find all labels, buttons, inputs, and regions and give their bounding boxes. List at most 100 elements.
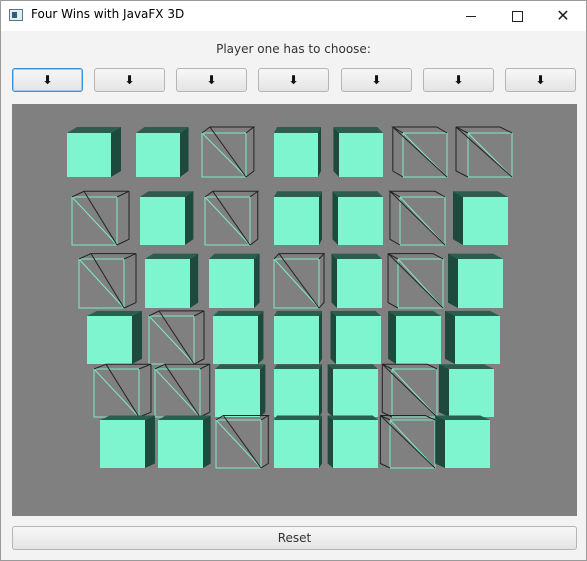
piece-side-face [318, 127, 321, 177]
piece-side-face [203, 415, 211, 468]
piece-side-face [448, 253, 458, 308]
slot-wire-side [455, 127, 469, 178]
piece-side-face [319, 415, 322, 468]
title-bar[interactable]: Four Wins with JavaFX 3D ✕ [1, 1, 586, 31]
piece-side-face [439, 364, 449, 417]
minimize-button[interactable] [448, 1, 494, 31]
slot-wire-top [154, 363, 210, 370]
piece-side-face [319, 191, 322, 245]
piece-front-face [336, 316, 381, 364]
piece-front-face [339, 133, 383, 177]
piece-side-face [145, 415, 155, 468]
board-svg [67, 126, 513, 469]
piece-top-face [327, 364, 378, 369]
piece-front-face [333, 420, 378, 468]
app-icon [9, 9, 23, 21]
piece-front-face [274, 420, 319, 468]
piece-front-face [274, 316, 319, 364]
minimize-icon [466, 15, 476, 17]
piece-top-face [136, 127, 189, 133]
slot-wire-diagonal-back [387, 253, 444, 309]
slot-wire-diagonal [148, 315, 195, 365]
piece-top-face [330, 310, 381, 316]
slot-wire-diagonal [215, 419, 262, 469]
piece-side-face [254, 253, 260, 308]
drop-column-7-button[interactable]: ⬇ [505, 68, 576, 92]
piece-front-face [396, 316, 441, 364]
piece-front-face [333, 369, 378, 417]
slot-wire-diagonal [71, 196, 118, 246]
piece-side-face [331, 253, 337, 308]
board-3d-view[interactable] [12, 104, 577, 516]
slot-wire-top [201, 126, 256, 134]
slot-wire-side [193, 310, 205, 365]
piece-front-face [449, 369, 494, 417]
piece-side-face [190, 253, 199, 308]
slot-wire-diagonal [201, 132, 247, 178]
maximize-icon [511, 10, 523, 22]
arrow-down-icon: ⬇ [42, 73, 53, 87]
piece-side-face [333, 127, 339, 177]
slot-wire-diagonal [204, 196, 251, 246]
slot-wire-top [93, 363, 152, 370]
maximize-button[interactable] [494, 1, 540, 31]
arrow-down-icon: ⬇ [371, 73, 382, 87]
drop-column-3-button[interactable]: ⬇ [176, 68, 247, 92]
piece-side-face [132, 310, 142, 364]
slot-wire-diagonal-back [209, 126, 247, 178]
piece-top-face [332, 191, 383, 197]
piece-top-face [388, 310, 441, 316]
drop-column-4-button[interactable]: ⬇ [258, 68, 329, 92]
slot-wire-diagonal-back [381, 363, 438, 418]
slot-wire-top [382, 363, 438, 370]
drop-column-6-button[interactable]: ⬇ [423, 68, 494, 92]
slot-wire-diagonal-back [212, 191, 251, 246]
piece-front-face [213, 316, 258, 364]
piece-side-face [327, 415, 333, 468]
slot-wire-diagonal-back [455, 126, 513, 178]
slot-wire-diagonal-back [278, 253, 320, 309]
drop-column-1-button[interactable]: ⬇ [12, 68, 83, 92]
piece-side-face [327, 364, 333, 417]
slot-wire-side [249, 191, 259, 246]
slot-wire-diagonal-back [83, 191, 118, 246]
piece-side-face [180, 127, 189, 177]
piece-front-face [338, 197, 383, 245]
slot-wire-side [245, 127, 255, 178]
piece-top-face [145, 253, 199, 259]
piece-top-face [209, 253, 260, 259]
piece-top-face [215, 364, 266, 369]
piece-side-face [445, 310, 455, 364]
slot-wire-diagonal-back [164, 363, 201, 418]
piece-side-face [260, 364, 266, 417]
piece-side-face [388, 310, 396, 364]
piece-front-face [145, 259, 190, 308]
piece-top-face [331, 253, 382, 259]
piece-front-face [337, 259, 382, 308]
slot-wire-diagonal [154, 368, 201, 418]
piece-side-face [330, 310, 336, 364]
slot-wire-top [71, 190, 130, 198]
arrow-down-icon: ⬇ [124, 73, 135, 87]
piece-top-face [274, 310, 322, 316]
slot-wire-top [388, 190, 446, 198]
piece-front-face [67, 133, 111, 177]
drop-column-5-button[interactable]: ⬇ [341, 68, 412, 92]
reset-button[interactable]: Reset [12, 526, 577, 550]
drop-column-2-button[interactable]: ⬇ [94, 68, 165, 92]
close-button[interactable]: ✕ [540, 1, 586, 31]
slot-wire-side [260, 415, 269, 469]
slot-wire-top [387, 253, 444, 260]
arrow-down-icon: ⬇ [288, 73, 299, 87]
turn-prompt: Player one has to choose: [216, 42, 371, 56]
slot-wire-side [123, 253, 137, 309]
slot-wire-diagonal [78, 258, 125, 309]
piece-front-face [140, 197, 185, 245]
piece-front-face [274, 197, 319, 245]
piece-front-face [136, 133, 180, 177]
slot-wire-side [138, 364, 152, 418]
slot-wire-diagonal-back [392, 126, 448, 178]
piece-front-face [209, 259, 254, 308]
slot-wire-top [391, 126, 448, 134]
slot-wire-diagonal [273, 258, 320, 309]
